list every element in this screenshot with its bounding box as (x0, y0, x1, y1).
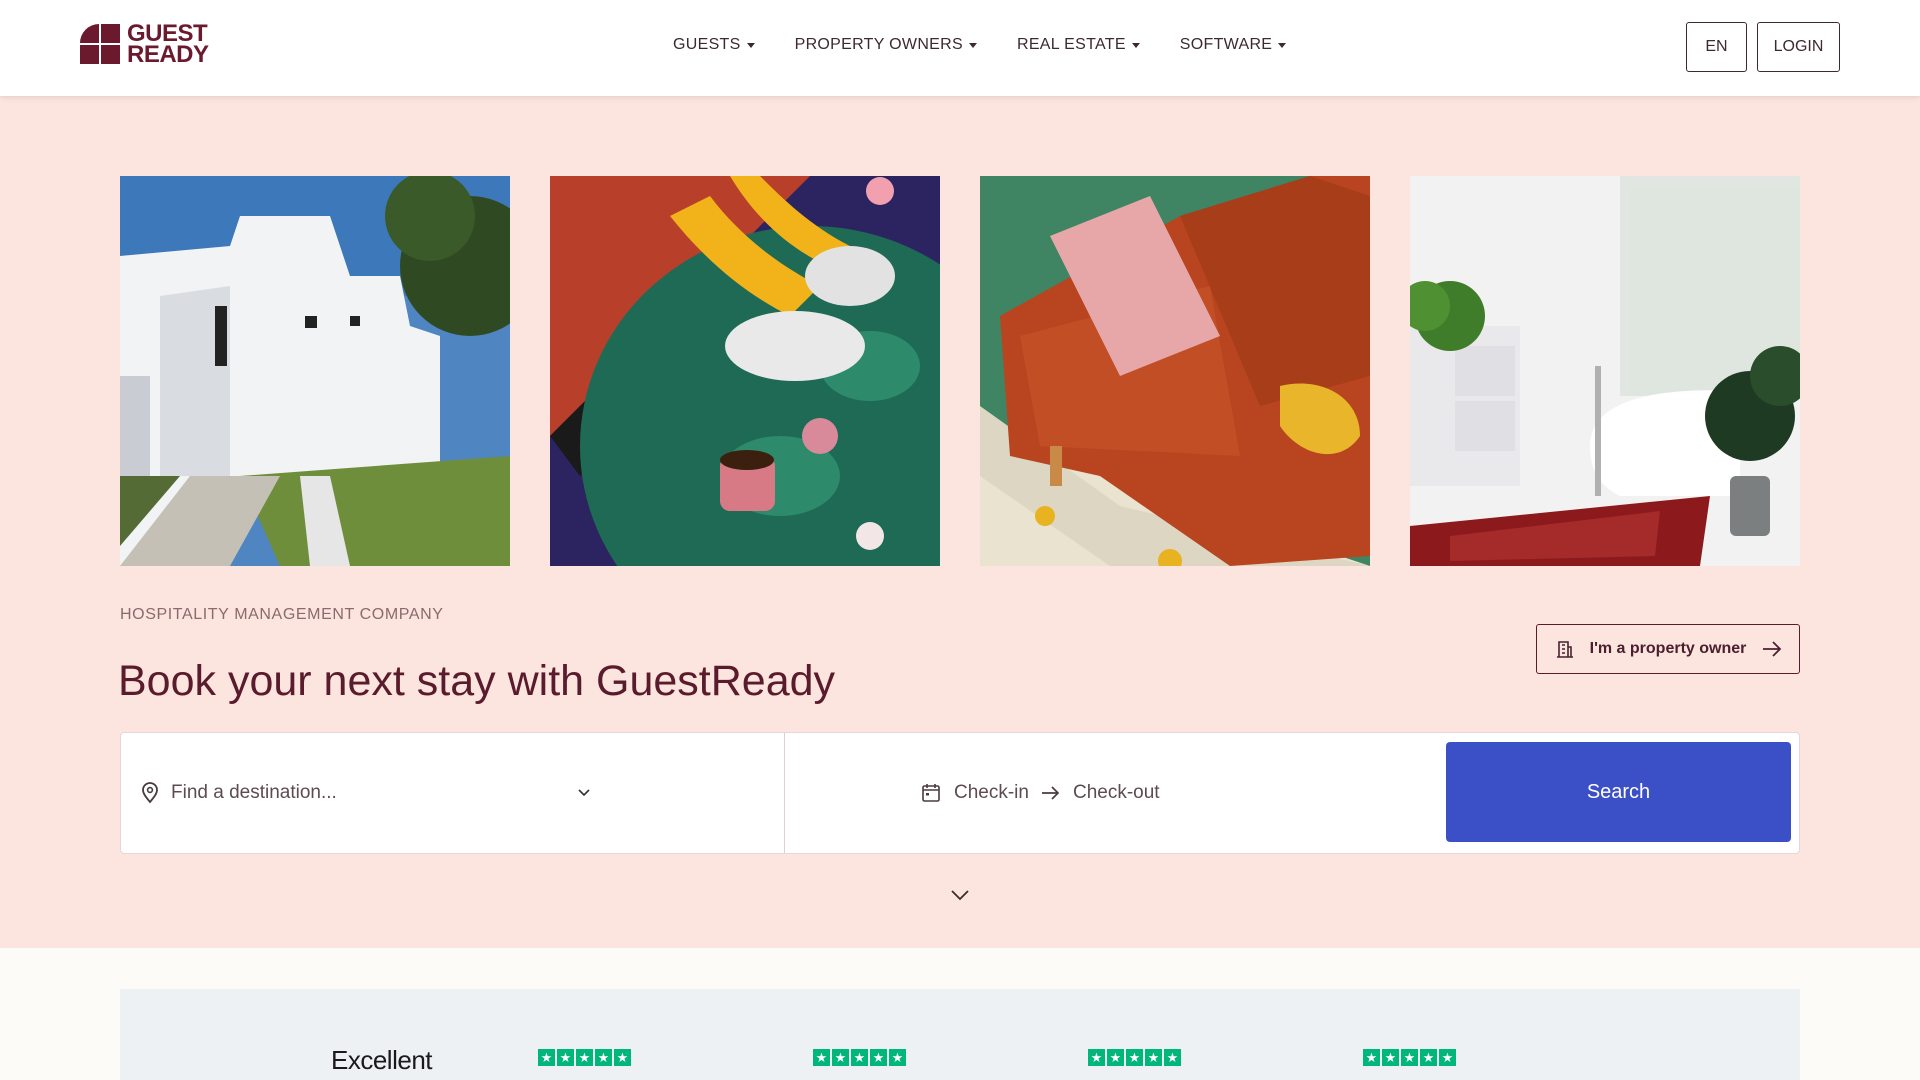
star-icon: ★ (1363, 1049, 1380, 1066)
caret-down-icon (968, 42, 977, 48)
white-villa-photo (120, 176, 510, 566)
star-icon: ★ (538, 1049, 555, 1066)
star-rating: ★ ★ ★ ★ ★ (813, 1049, 906, 1066)
scroll-down-chevron-icon[interactable] (950, 888, 970, 902)
checkout-label: Check-out (1072, 782, 1160, 803)
star-rating: ★ ★ ★ ★ ★ (538, 1049, 631, 1066)
star-icon: ★ (1126, 1049, 1143, 1066)
nav-software[interactable]: SOFTWARE (1179, 36, 1287, 54)
guestready-logo-icon (80, 24, 120, 64)
star-icon: ★ (614, 1049, 631, 1066)
star-icon: ★ (1145, 1049, 1162, 1066)
star-icon: ★ (576, 1049, 593, 1066)
location-pin-icon (142, 782, 158, 804)
property-owner-label: I'm a property owner (1589, 640, 1747, 657)
slippers-rug-photo (550, 176, 940, 566)
star-rating: ★ ★ ★ ★ ★ (1363, 1049, 1456, 1066)
logo-text-ready: READY (127, 41, 209, 68)
nav-property-owners[interactable]: PROPERTY OWNERS (795, 36, 977, 54)
star-icon: ★ (832, 1049, 849, 1066)
login-button[interactable]: LOGIN (1757, 22, 1840, 72)
guestready-logo[interactable]: GUEST READY (79, 22, 209, 68)
star-icon: ★ (1439, 1049, 1456, 1066)
nav-guests[interactable]: GUESTS (673, 36, 755, 54)
arrow-right-icon (1762, 641, 1782, 657)
date-range-picker[interactable]: Check-in Check-out (920, 733, 1160, 853)
property-owner-button[interactable]: I'm a property owner (1536, 624, 1800, 674)
rating-text: Excellent (331, 1045, 433, 1075)
page-title: Book your next stay with GuestReady (118, 656, 836, 705)
search-bar: Check-in Check-out Search (120, 732, 1800, 854)
nav-real-estate-label: REAL ESTATE (1016, 36, 1126, 53)
nav-property-owners-label: PROPERTY OWNERS (794, 36, 963, 53)
caret-down-icon (1131, 42, 1140, 48)
arrow-right-icon (1041, 786, 1060, 800)
star-icon: ★ (1382, 1049, 1399, 1066)
star-rating: ★ ★ ★ ★ ★ (1088, 1049, 1181, 1066)
star-icon: ★ (1107, 1049, 1124, 1066)
star-icon: ★ (1164, 1049, 1181, 1066)
bathroom-photo (1410, 176, 1800, 566)
search-button[interactable]: Search (1446, 742, 1791, 842)
destination-field[interactable] (121, 733, 785, 853)
star-icon: ★ (813, 1049, 830, 1066)
star-icon: ★ (870, 1049, 887, 1066)
top-navigation-bar: GUEST READY GUESTS PROPERTY OWNERS REAL … (0, 0, 1920, 96)
main-nav: GUESTS PROPERTY OWNERS REAL ESTATE SOFTW… (673, 36, 1287, 54)
chevron-down-icon[interactable] (577, 788, 591, 798)
building-icon (1557, 641, 1573, 658)
calendar-icon (922, 784, 940, 802)
star-icon: ★ (1420, 1049, 1437, 1066)
star-icon: ★ (1401, 1049, 1418, 1066)
checkin-label: Check-in (954, 782, 1029, 803)
hero-eyebrow: HOSPITALITY MANAGEMENT COMPANY (120, 606, 444, 623)
star-icon: ★ (595, 1049, 612, 1066)
language-button[interactable]: EN (1686, 22, 1747, 72)
nav-guests-label: GUESTS (673, 36, 741, 53)
caret-down-icon (746, 42, 755, 48)
nav-software-label: SOFTWARE (1179, 36, 1273, 53)
star-icon: ★ (851, 1049, 868, 1066)
reviews-panel: Excellent ★ ★ ★ ★ ★ ★ ★ ★ ★ ★ ★ ★ ★ ★ ★ ★ ★ ★ ★ ★ (120, 989, 1800, 1080)
star-icon: ★ (889, 1049, 906, 1066)
destination-input[interactable] (169, 781, 573, 805)
caret-down-icon (1278, 42, 1287, 48)
star-icon: ★ (557, 1049, 574, 1066)
orange-sofa-photo (980, 176, 1370, 566)
nav-real-estate[interactable]: REAL ESTATE (1017, 36, 1140, 54)
star-icon: ★ (1088, 1049, 1105, 1066)
